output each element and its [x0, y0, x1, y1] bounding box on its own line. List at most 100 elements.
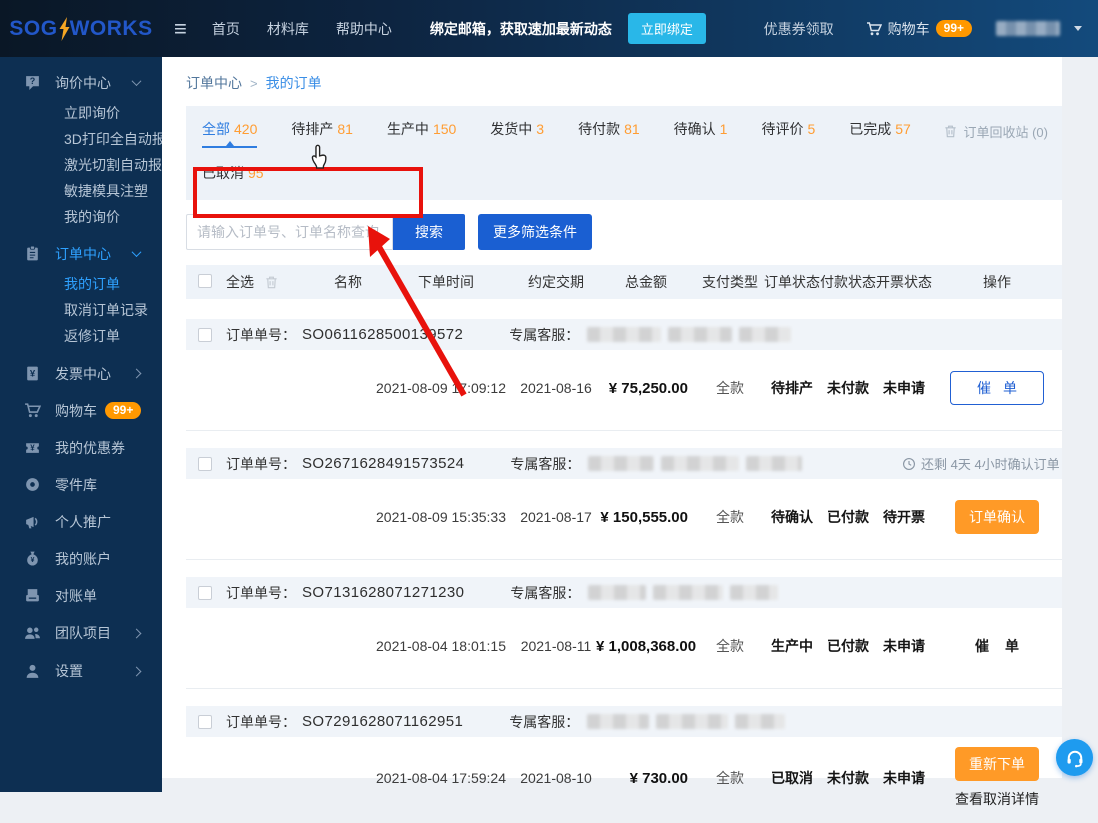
sidebar-item-team-projects[interactable]: 团队项目 — [0, 614, 162, 652]
pay-status: 已付款 — [827, 509, 869, 525]
col-header-invoice-status: 开票状态 — [876, 274, 932, 290]
confirm-order-button[interactable]: 订单确认 — [955, 500, 1039, 534]
sidebar-item-rapid-mold[interactable]: 敏捷模具注塑 — [0, 178, 162, 204]
navbar-right: 优惠券领取 购物车 99+ — [764, 19, 1098, 39]
sidebar-item-invoice-center[interactable]: 发票中心 — [0, 355, 162, 392]
sidebar-item-laser-cut-quote[interactable]: 激光切割自动报价 — [0, 152, 162, 178]
order-status: 待排产 — [771, 380, 813, 396]
tab-pending-payment[interactable]: 待付款 81 — [578, 119, 640, 148]
more-filters-button[interactable]: 更多筛选条件 — [478, 214, 592, 250]
tab-cancelled[interactable]: 已取消 95 — [202, 163, 264, 190]
sidebar-item-label: 对账单 — [55, 587, 97, 604]
order-time: 2021-08-09 17:09:12 — [376, 380, 506, 396]
chevron-down-icon — [131, 76, 142, 87]
headset-icon — [1065, 748, 1085, 768]
order-checkbox[interactable] — [198, 327, 212, 342]
order-row[interactable]: 2021-08-04 17:59:24 2021-08-10 ¥ 730.00 … — [186, 747, 1062, 809]
pay-status: 已付款 — [827, 638, 869, 654]
urge-order-text-button[interactable]: 催单 — [959, 636, 1035, 656]
cs-masked — [587, 714, 786, 729]
sidebar-item-my-coupons[interactable]: 我的优惠券 — [0, 429, 162, 466]
sidebar-item-cart[interactable]: 购物车 99+ — [0, 392, 162, 429]
cs-label: 专属客服： — [510, 584, 581, 601]
order-group-header: 订单单号： SO7131628071271230 专属客服： — [186, 577, 1062, 608]
order-search-input[interactable] — [186, 214, 393, 250]
coupon-claim-link[interactable]: 优惠券领取 — [764, 19, 834, 39]
cs-label: 专属客服： — [510, 455, 581, 472]
sidebar-item-settings[interactable]: 设置 — [0, 652, 162, 690]
coupon-icon — [24, 439, 41, 456]
tab-pending-schedule[interactable]: 待排产 81 — [291, 119, 353, 148]
breadcrumb: 订单中心 > 我的订单 — [186, 57, 1062, 93]
urge-order-button[interactable]: 催单 — [950, 371, 1044, 405]
customer-service-button[interactable] — [1056, 739, 1093, 776]
order-checkbox[interactable] — [198, 714, 212, 729]
tab-pending-review[interactable]: 待评价 5 — [761, 119, 815, 148]
col-header-order-time: 下单时间 — [418, 274, 474, 290]
sidebar-item-label: 个人推广 — [55, 513, 111, 530]
tab-pending-confirm[interactable]: 待确认 1 — [674, 119, 728, 148]
nav-item-help[interactable]: 帮助中心 — [336, 19, 392, 39]
parts-icon — [24, 476, 41, 493]
breadcrumb-order-center[interactable]: 订单中心 — [186, 73, 242, 93]
invoice-icon — [24, 365, 41, 382]
order-group-header: 订单单号： SO7291628071162951 专属客服： — [186, 706, 1062, 737]
cart-icon — [24, 402, 41, 419]
order-number: SO7291628071162951 — [302, 713, 464, 730]
trash-icon[interactable] — [264, 275, 279, 290]
col-header-order-status: 订单状态 — [764, 274, 820, 290]
due-date: 2021-08-10 — [520, 770, 592, 786]
pay-type: 全款 — [716, 509, 744, 525]
order-checkbox[interactable] — [198, 456, 212, 471]
search-button[interactable]: 搜索 — [393, 214, 465, 250]
tab-in-production[interactable]: 生产中 150 — [387, 119, 456, 148]
sidebar-item-inquire-now[interactable]: 立即询价 — [0, 100, 162, 126]
chevron-right-icon — [131, 628, 142, 638]
order-row[interactable]: 2021-08-09 15:35:33 2021-08-17 ¥ 150,555… — [186, 489, 1062, 545]
pay-type: 全款 — [716, 770, 744, 786]
tab-completed[interactable]: 已完成 57 — [849, 119, 911, 148]
menu-icon[interactable]: ≡ — [174, 17, 187, 40]
sidebar-item-inquiry-center[interactable]: 询价中心 — [0, 65, 162, 100]
view-cancel-detail-link[interactable]: 查看取消详情 — [955, 789, 1039, 809]
sidebar-item-cancelled-orders[interactable]: 取消订单记录 — [0, 297, 162, 323]
sidebar-item-my-account[interactable]: 我的账户 — [0, 540, 162, 577]
cart-badge: 99+ — [105, 402, 142, 419]
order-row[interactable]: 2021-08-04 18:01:15 2021-08-11 ¥ 1,008,3… — [186, 618, 1062, 674]
confirm-countdown: 还剩 4天 4小时确认订单 — [902, 448, 1062, 479]
tabs-row-1: 全部 420 待排产 81 生产中 150 发货中 3 待付款 81 待确认 1 待评价 5 … — [202, 119, 1046, 148]
due-date: 2021-08-17 — [520, 509, 592, 525]
sidebar-item-statement[interactable]: 对账单 — [0, 577, 162, 614]
order-recycle-bin[interactable]: 订单回收站 (0) — [943, 122, 1048, 141]
order-group: 订单单号： SO7131628071271230 专属客服： 2021-08-0… — [186, 577, 1062, 689]
cart-badge: 99+ — [935, 20, 972, 37]
sidebar-item-parts-library[interactable]: 零件库 — [0, 466, 162, 503]
tab-all[interactable]: 全部 420 — [202, 119, 258, 148]
sidebar-item-repair-orders[interactable]: 返修订单 — [0, 323, 162, 349]
chevron-down-icon — [131, 247, 142, 258]
clock-icon — [902, 457, 916, 471]
breadcrumb-my-orders[interactable]: 我的订单 — [266, 73, 322, 93]
reorder-button[interactable]: 重新下单 — [955, 747, 1039, 781]
select-all-checkbox[interactable] — [198, 273, 212, 288]
user-name-masked[interactable] — [996, 21, 1060, 36]
order-no-label: 订单单号： — [226, 713, 296, 730]
order-number: SO0611628500139572 — [302, 326, 464, 343]
sidebar-item-label: 我的账户 — [55, 550, 111, 567]
invoice-status: 未申请 — [883, 638, 925, 654]
order-group: 订单单号： SO7291628071162951 专属客服： 2021-08-0… — [186, 706, 1062, 823]
tab-shipping[interactable]: 发货中 3 — [490, 119, 544, 148]
sidebar-item-order-center[interactable]: 订单中心 — [0, 236, 162, 271]
nav-item-materials[interactable]: 材料库 — [267, 19, 309, 39]
navbar-cart[interactable]: 购物车 99+ — [866, 19, 972, 39]
sidebar-item-label: 团队项目 — [55, 625, 111, 641]
order-row[interactable]: 2021-08-09 17:09:12 2021-08-16 ¥ 75,250.… — [186, 360, 1062, 416]
sidebar-item-3d-print-quote[interactable]: 3D打印全自动报价 — [0, 126, 162, 152]
sidebar-item-personal-promotion[interactable]: 个人推广 — [0, 503, 162, 540]
order-checkbox[interactable] — [198, 585, 212, 600]
sidebar-item-my-orders[interactable]: 我的订单 — [0, 271, 162, 297]
logo[interactable]: SOG WORKS — [0, 16, 162, 41]
bind-now-button[interactable]: 立即绑定 — [627, 13, 706, 44]
sidebar-item-my-inquiries[interactable]: 我的询价 — [0, 204, 162, 230]
nav-item-home[interactable]: 首页 — [212, 19, 240, 39]
